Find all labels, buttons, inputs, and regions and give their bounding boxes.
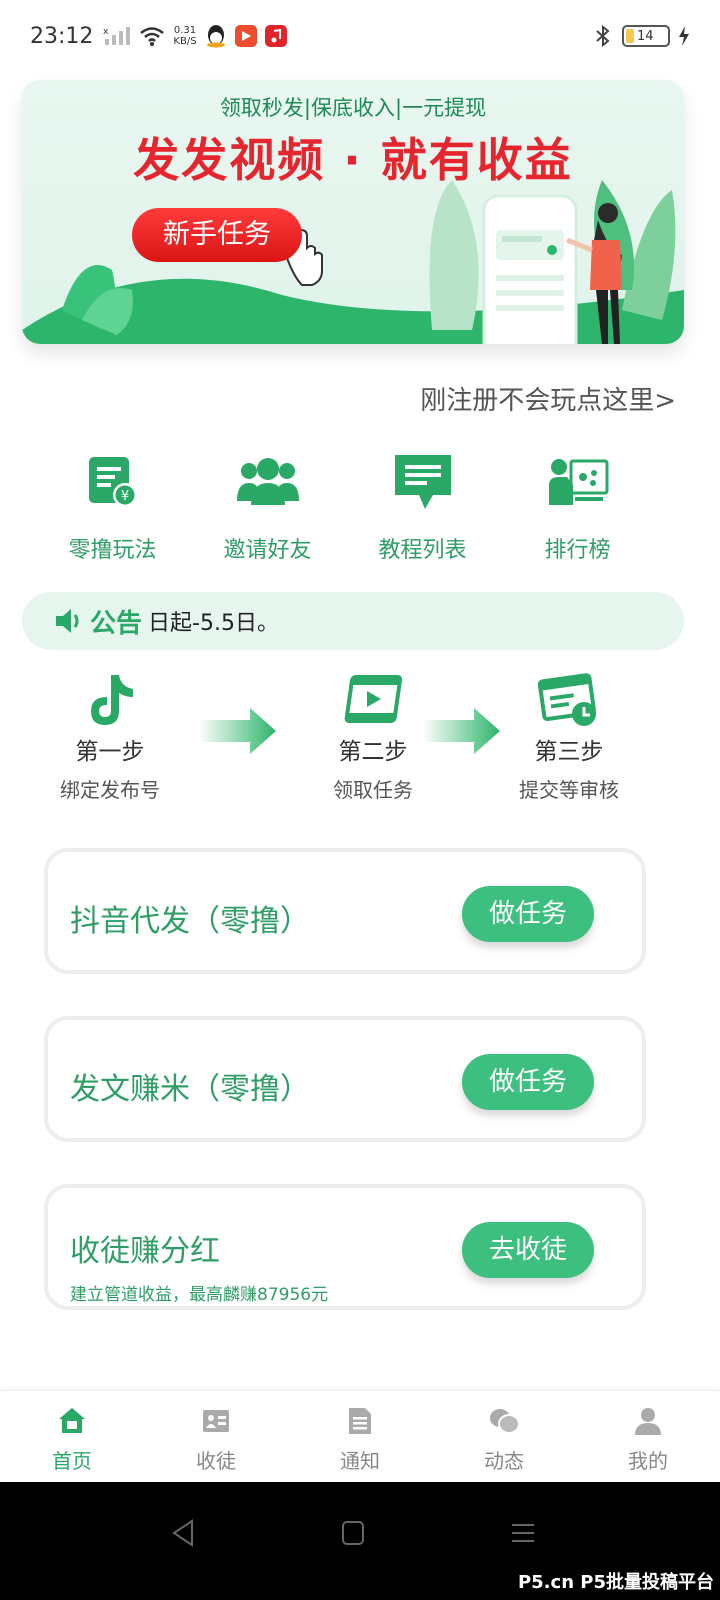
status-icons-right: 14 [592,24,690,48]
do-task-button[interactable]: 做任务 [462,886,594,942]
nav-label: 动态 [484,1449,524,1473]
watermark-text: P5.cn P5批量投稿平台 [517,1572,714,1593]
document-yuan-icon: ¥ [88,457,137,507]
step-description: 领取任务 [333,778,413,802]
nav-label: 首页 [52,1449,92,1473]
nav-feed[interactable]: 动态 [432,1391,576,1482]
svg-text:x: x [103,27,109,37]
process-steps: 第一步 绑定发布号 第二步 领取任务 第三步 提交等审核 [0,672,720,812]
banner-title: 发发视频 · 就有收益 [133,133,573,187]
charging-icon [679,26,689,46]
task-title: 发文赚米（零撸） [70,1072,310,1107]
status-bar: 23:12 x 0.31 KB/S 14 [0,0,720,72]
tiktok-icon [91,675,133,725]
step-description: 提交等审核 [519,778,619,802]
nav-label: 收徒 [196,1449,236,1473]
step-three: 第三步 提交等审核 [494,672,644,803]
apprentice-icon [203,1410,229,1432]
nav-home[interactable]: 首页 [0,1391,144,1482]
network-speed-value: 0.31 [173,25,197,36]
announcement-tag: 公告 [90,608,143,639]
recruit-apprentice-button[interactable]: 去收徒 [462,1222,594,1278]
nav-notifications[interactable]: 通知 [288,1391,432,1482]
do-task-button[interactable]: 做任务 [462,1054,594,1110]
status-time: 23:12 [30,23,94,49]
network-speed: 0.31 KB/S [173,25,196,47]
announcement-text: 日起-5.5日。 [148,611,279,636]
quick-entry-label: 排行榜 [544,538,611,563]
system-navigation-bar: P5.cn P5批量投稿平台 [0,1482,720,1600]
promo-banner[interactable]: 领取秒发|保底收入|一元提现 发发视频 · 就有收益 新手任务 [22,80,684,344]
home-icon [59,1408,85,1433]
step-arrow-icon [422,708,500,754]
qq-icon [206,25,225,48]
document-icon [349,1408,371,1434]
nav-profile[interactable]: 我的 [576,1391,720,1482]
nav-apprentice[interactable]: 收徒 [144,1391,288,1482]
task-card-apprentice: 收徒赚分红 建立管道收益，最高麟赚87956元 去收徒 [44,1184,646,1310]
quick-entry-label: 教程列表 [378,538,467,563]
wifi-icon [140,27,165,46]
menu-icon[interactable] [510,1518,536,1548]
video-app-icon [234,25,257,47]
chat-bubbles-icon [490,1409,520,1434]
newbie-guide-link[interactable]: 刚注册不会玩点这里> [420,380,676,417]
quick-entry-tutorials[interactable]: 教程列表 [345,452,500,572]
app-screen: 23:12 x 0.31 KB/S 14 领取秒发|保底收入|一元提现 发发视频… [0,0,720,1600]
banner-subtitle: 领取秒发|保底收入|一元提现 [219,96,487,120]
task-card-article: 发文赚米（零撸） 做任务 [44,1016,646,1142]
music-app-icon [264,25,287,47]
video-film-icon [344,675,403,723]
step-title: 第一步 [75,739,145,765]
signal-icon: x [103,27,131,45]
step-description: 绑定发布号 [60,778,160,802]
nav-label: 通知 [340,1449,380,1473]
announcement-bar[interactable]: 公告 日起-5.5日。 [22,592,684,650]
task-card-douyin: 抖音代发（零撸） 做任务 [44,848,646,974]
review-clock-icon [538,673,596,726]
newbie-task-button[interactable]: 新手任务 [132,208,302,262]
task-subtitle: 建立管道收益，最高麟赚87956元 [70,1285,329,1305]
network-speed-unit: KB/S [173,36,197,47]
quick-entry-label: 零撸玩法 [68,538,157,563]
speaker-icon [56,609,79,633]
step-title: 第三步 [534,739,604,765]
battery-indicator: 14 [622,25,670,47]
quick-entry-ranking[interactable]: 排行榜 [500,452,655,572]
status-icons-left: x 0.31 KB/S [103,24,287,48]
battery-fill [626,29,634,43]
quick-entry-label: 邀请好友 [223,538,312,563]
battery-level: 14 [637,28,654,44]
svg-text:¥: ¥ [120,489,128,504]
quick-entry-zero-play[interactable]: ¥ 零撸玩法 [35,452,190,572]
quick-entry-row: ¥ 零撸玩法 邀请好友 教程列表 排行榜 [0,452,720,572]
bluetooth-icon [596,24,610,48]
bottom-navigation: 首页 收徒 通知 动态 我的 [0,1390,720,1482]
ranking-presenter-icon [548,459,608,505]
task-title: 收徒赚分红 [70,1234,220,1269]
chat-list-icon [394,455,451,509]
step-arrow-icon [198,708,276,754]
user-icon [635,1408,661,1435]
step-one: 第一步 绑定发布号 [35,672,185,803]
users-icon [236,458,299,505]
task-title: 抖音代发（零撸） [70,904,310,939]
home-button-icon[interactable] [340,1518,366,1548]
quick-entry-invite[interactable]: 邀请好友 [190,452,345,572]
back-icon[interactable] [170,1518,196,1548]
nav-label: 我的 [628,1449,668,1473]
